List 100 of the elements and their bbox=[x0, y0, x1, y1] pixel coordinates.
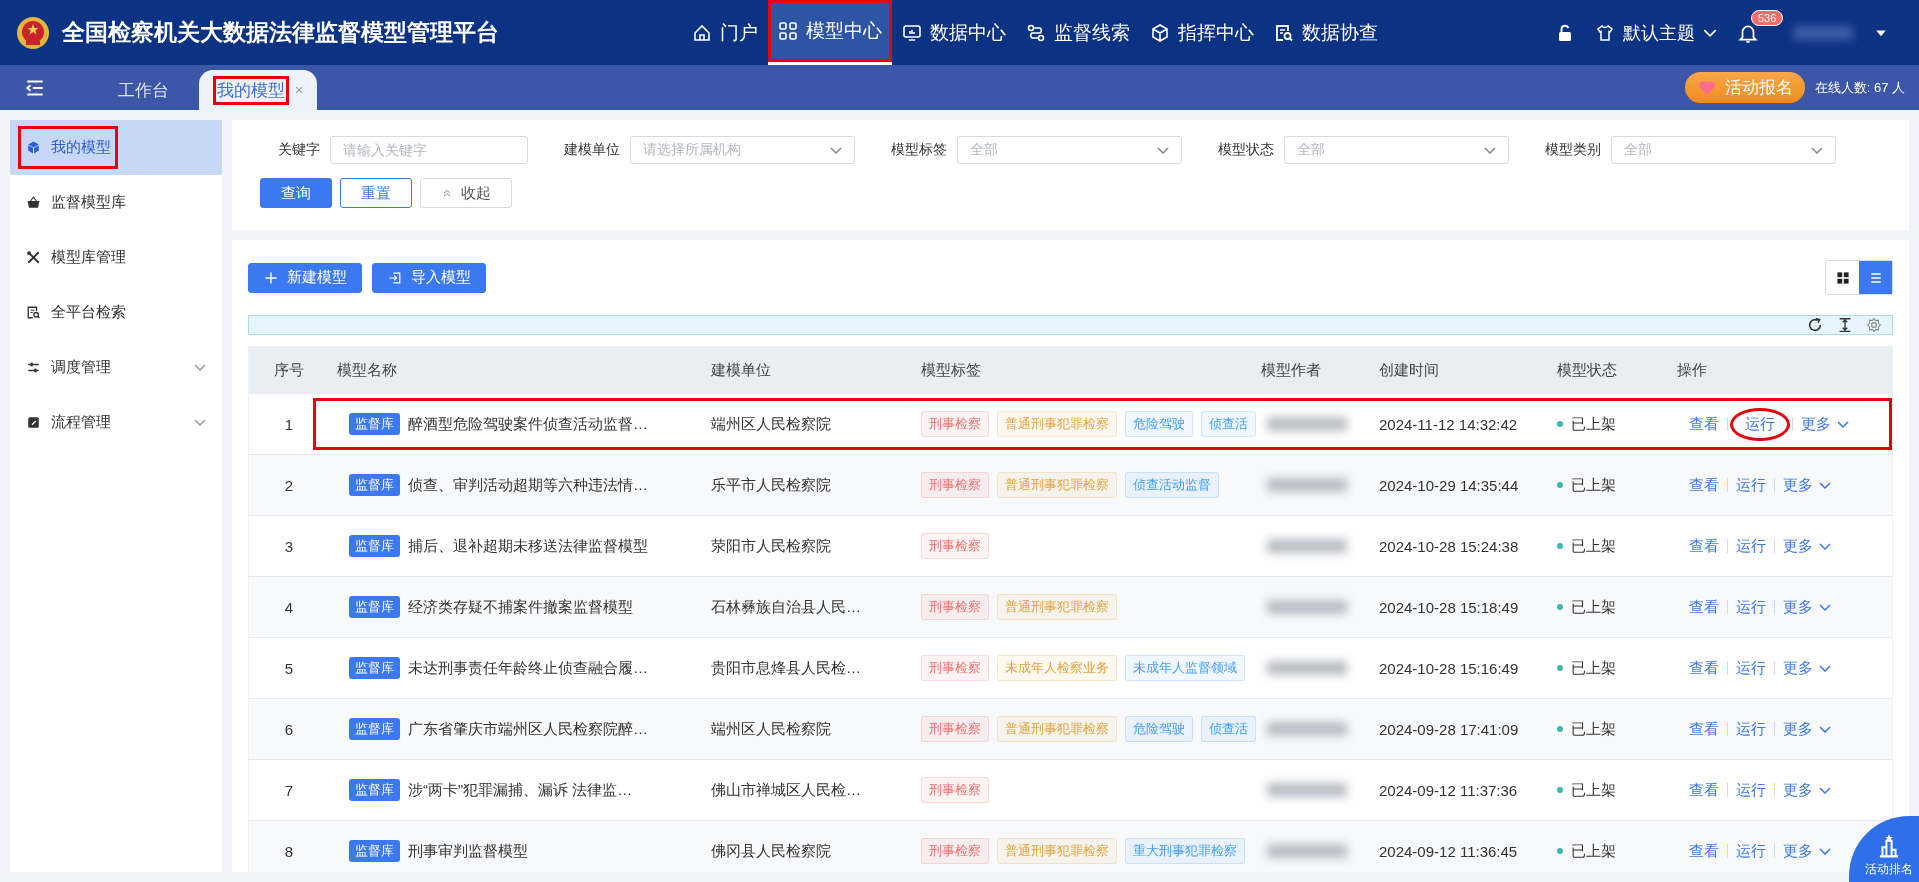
sliders-icon bbox=[26, 360, 41, 375]
sidebar-item[interactable]: 模型库管理 bbox=[10, 230, 222, 285]
table-cell-text: 端州区人民检察院 bbox=[710, 414, 832, 434]
online-count: 在线人数: 67 人 bbox=[1814, 78, 1905, 97]
settings-icon[interactable] bbox=[1866, 317, 1882, 333]
table-cell-text: 荥阳市人民检察院 bbox=[710, 536, 832, 556]
close-button[interactable]: × bbox=[295, 82, 304, 98]
nav-item[interactable]: 数据中心 bbox=[892, 0, 1016, 65]
view-link[interactable]: 查看 bbox=[1683, 591, 1725, 623]
table-cell-text: 端州区人民检察院 bbox=[710, 719, 832, 739]
table-cell-text: 2024-09-12 11:36:45 bbox=[1378, 842, 1519, 860]
run-link[interactable]: 运行 bbox=[1730, 469, 1772, 501]
field-label: 模型类别 bbox=[1545, 141, 1601, 159]
view-link[interactable]: 查看 bbox=[1683, 530, 1725, 562]
reset-button[interactable]: 重置 bbox=[340, 178, 412, 208]
search-button[interactable]: 查询 bbox=[260, 178, 332, 208]
tab[interactable]: 我的模型 × bbox=[199, 70, 318, 110]
model-name[interactable]: 醉酒型危险驾驶案件侦查活动监督… bbox=[408, 414, 648, 434]
column-header: 建模单位 bbox=[710, 360, 772, 380]
model-tag: 刑事检察 bbox=[921, 655, 989, 681]
status-text: 已上架 bbox=[1571, 780, 1616, 800]
import-model-button[interactable]: 导入模型 bbox=[372, 262, 486, 293]
model-name[interactable]: 侦查、审判活动超期等六种违法情… bbox=[408, 475, 648, 495]
view-link[interactable]: 查看 bbox=[1683, 469, 1725, 501]
more-link[interactable]: 更多 bbox=[1777, 835, 1837, 867]
list-view-toggle[interactable] bbox=[1859, 261, 1892, 294]
notification-count: 536 bbox=[1751, 9, 1784, 26]
run-link[interactable]: 运行 bbox=[1730, 713, 1772, 745]
run-link[interactable]: 运行 bbox=[1730, 530, 1772, 562]
run-link[interactable]: 运行 bbox=[1730, 774, 1772, 806]
run-link[interactable]: 运行 bbox=[1730, 835, 1772, 867]
more-link[interactable]: 更多 bbox=[1777, 469, 1837, 501]
sidebar-item[interactable]: 流程管理 bbox=[10, 395, 222, 450]
platform-title: 全国检察机关大数据法律监督模型管理平台 bbox=[62, 18, 500, 47]
model-name[interactable]: 涉“两卡”犯罪漏捕、漏诉 法律监… bbox=[408, 780, 633, 800]
more-link[interactable]: 更多 bbox=[1777, 652, 1837, 684]
status-dot bbox=[1557, 482, 1563, 488]
blurred-name bbox=[1793, 25, 1853, 40]
more-link[interactable]: 更多 bbox=[1777, 591, 1837, 623]
model-name[interactable]: 未达刑事责任年龄终止侦查融合履… bbox=[408, 658, 648, 678]
event-signup-button[interactable]: 活动报名 bbox=[1684, 72, 1805, 103]
collapse-button[interactable]: 收起 bbox=[420, 178, 512, 208]
plus-icon bbox=[263, 269, 279, 286]
more-link[interactable]: 更多 bbox=[1777, 530, 1837, 562]
nav-item[interactable]: 指挥中心 bbox=[1140, 0, 1264, 65]
monitor-icon bbox=[902, 22, 922, 43]
chevron-icon bbox=[1703, 28, 1717, 37]
model-name[interactable]: 广东省肇庆市端州区人民检察院醉… bbox=[408, 719, 648, 739]
sidebar-item[interactable]: 我的模型 bbox=[10, 120, 222, 175]
model-tag: 危险驾驶 bbox=[1125, 411, 1193, 437]
table-cell-text: 1 bbox=[283, 415, 295, 433]
table-cell-text: 乐平市人民检察院 bbox=[710, 475, 832, 495]
nav-item[interactable]: 门户 bbox=[682, 0, 768, 65]
table-cell-text: 2024-11-12 14:32:42 bbox=[1378, 415, 1519, 433]
edit-icon bbox=[26, 415, 41, 430]
theme-selector[interactable]: 默认主题 bbox=[1595, 20, 1717, 45]
status-text: 已上架 bbox=[1571, 658, 1616, 678]
new-model-button[interactable]: 新建模型 bbox=[248, 262, 362, 293]
library-badge: 监督库 bbox=[349, 413, 400, 435]
run-link[interactable]: 运行 bbox=[1730, 652, 1772, 684]
model-tag: 侦查活 bbox=[1201, 411, 1256, 437]
run-link[interactable]: 运行 bbox=[1730, 591, 1772, 623]
status-dot bbox=[1557, 665, 1563, 671]
tab[interactable]: 工作台 bbox=[88, 70, 199, 110]
nav-item[interactable]: 监督线索 bbox=[1016, 0, 1140, 65]
nav-item[interactable]: 模型中心 bbox=[768, 0, 892, 65]
nav-item[interactable]: 数据协查 bbox=[1264, 0, 1388, 65]
status-dot bbox=[1557, 543, 1563, 549]
model-tag: 普通刑事犯罪检察 bbox=[997, 594, 1117, 620]
model-name[interactable]: 刑事审判监督模型 bbox=[408, 841, 528, 861]
view-link[interactable]: 查看 bbox=[1683, 713, 1725, 745]
status-dot bbox=[1557, 726, 1563, 732]
library-badge: 监督库 bbox=[349, 840, 400, 862]
model-tag: 刑事检察 bbox=[921, 716, 989, 742]
keyword-field[interactable]: 请输入关键字 bbox=[330, 136, 528, 164]
cube-icon bbox=[1150, 22, 1170, 43]
more-link[interactable]: 更多 bbox=[1777, 713, 1837, 745]
library-badge: 监督库 bbox=[349, 535, 400, 557]
more-link[interactable]: 更多 bbox=[1795, 408, 1855, 440]
view-link[interactable]: 查看 bbox=[1683, 652, 1725, 684]
view-link[interactable]: 查看 bbox=[1683, 408, 1725, 440]
sidebar-item[interactable]: 调度管理 bbox=[10, 340, 222, 395]
more-link[interactable]: 更多 bbox=[1777, 774, 1837, 806]
table-cell-text: 7 bbox=[283, 781, 295, 799]
run-link[interactable]: 运行 bbox=[1730, 407, 1790, 441]
sidebar-item[interactable]: 全平台检索 bbox=[10, 285, 222, 340]
sidebar-item[interactable]: 监督模型库 bbox=[10, 175, 222, 230]
model-tag: 刑事检察 bbox=[921, 472, 989, 498]
library-badge: 监督库 bbox=[349, 779, 400, 801]
table-cell-text: 2024-09-12 11:37:36 bbox=[1378, 781, 1519, 799]
chevron-icon bbox=[830, 146, 842, 154]
status-dot bbox=[1557, 421, 1563, 427]
view-link[interactable]: 查看 bbox=[1683, 835, 1725, 867]
model-tag: 刑事检察 bbox=[921, 838, 989, 864]
view-link[interactable]: 查看 bbox=[1683, 774, 1725, 806]
model-name[interactable]: 捕后、退补超期未移送法律监督模型 bbox=[408, 536, 648, 556]
model-name[interactable]: 经济类存疑不捕案件撤案监督模型 bbox=[408, 597, 633, 617]
chevron-icon bbox=[1819, 847, 1831, 855]
refresh-icon[interactable] bbox=[1806, 316, 1824, 334]
model-tag: 刑事检察 bbox=[921, 777, 989, 803]
